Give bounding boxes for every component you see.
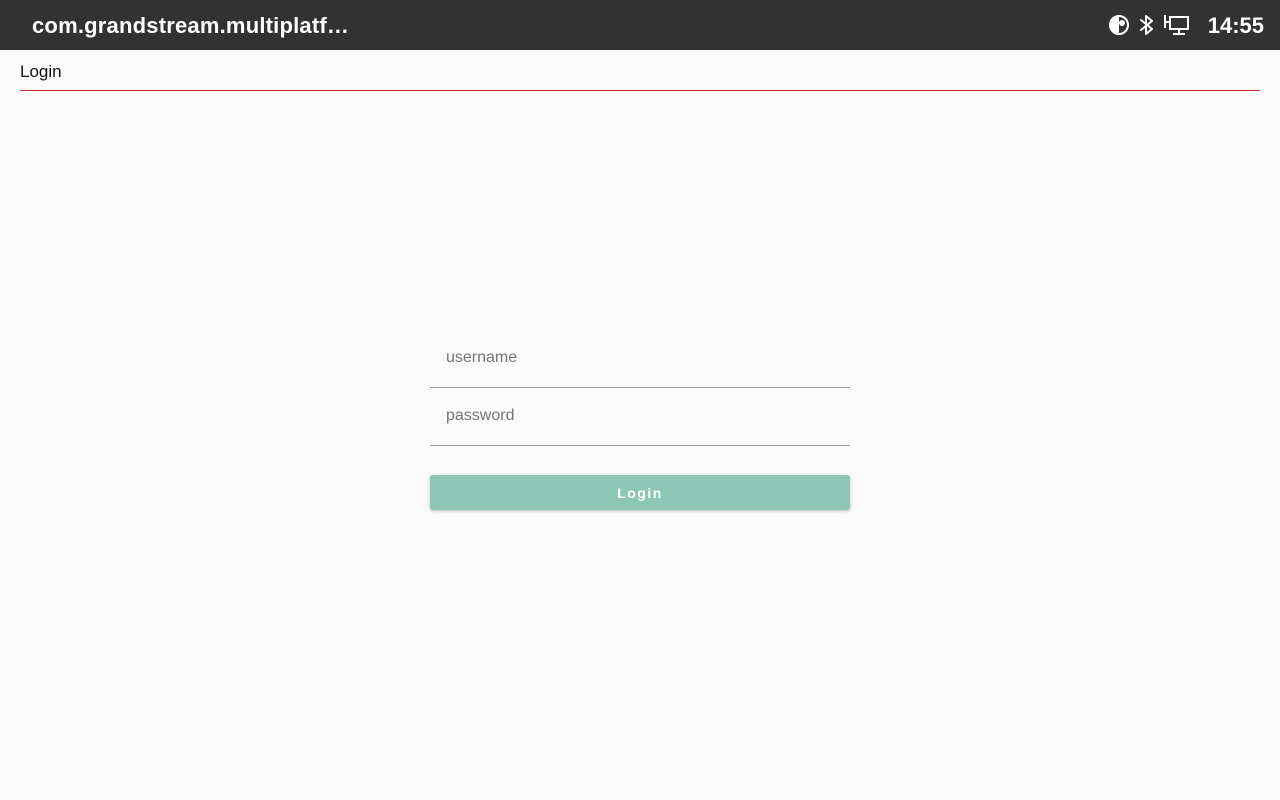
login-form: Login	[430, 330, 850, 510]
status-bar: com.grandstream.multiplatf… 14:55	[0, 0, 1280, 50]
password-field	[430, 388, 850, 446]
username-input[interactable]	[430, 330, 850, 386]
data-saver-icon	[1108, 14, 1130, 36]
status-icons	[1108, 12, 1190, 38]
app-title: com.grandstream.multiplatf…	[32, 13, 350, 38]
password-input[interactable]	[430, 388, 850, 444]
ethernet-icon	[1164, 14, 1190, 36]
clock: 14:55	[1207, 13, 1264, 38]
login-button[interactable]: Login	[430, 475, 850, 510]
bluetooth-icon	[1138, 13, 1156, 37]
page-title: Login	[20, 62, 62, 81]
page-header: Login	[20, 60, 1260, 91]
username-field	[430, 330, 850, 388]
